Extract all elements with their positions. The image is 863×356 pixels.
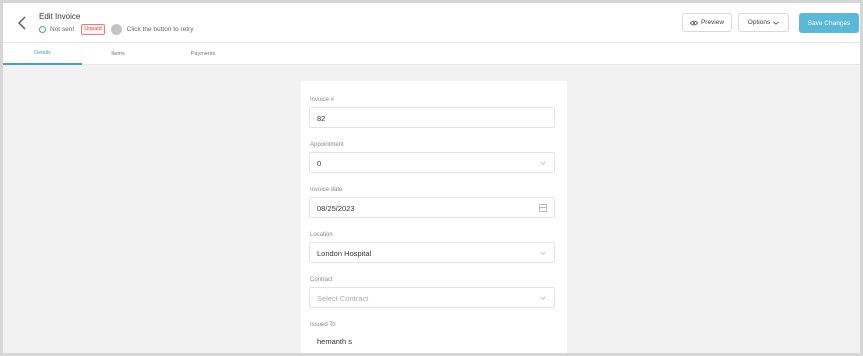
not-sent-status-text: Not sent <box>50 25 75 33</box>
invoice-number-label: Invoice # <box>310 97 335 103</box>
options-label: Options <box>747 19 771 26</box>
appointment-value: 0 <box>317 159 322 168</box>
calendar-icon[interactable] <box>539 204 547 212</box>
save-changes-button[interactable]: Save Changes <box>799 13 859 33</box>
chevron-down-icon <box>540 296 546 300</box>
location-label: Location <box>310 232 333 238</box>
unpaid-badge: Unpaid <box>81 23 105 35</box>
preview-button[interactable]: Preview <box>682 13 732 32</box>
issued-to-value: hemanth s <box>317 337 353 346</box>
app-frame: Edit Invoice Not sent Unpaid Click the b… <box>3 3 860 353</box>
retry-text: Click the button to retry <box>126 25 194 33</box>
back-chevron-icon[interactable] <box>15 15 29 31</box>
page-header: Edit Invoice Not sent Unpaid Click the b… <box>3 3 860 43</box>
contract-placeholder: Select Contract <box>317 294 369 303</box>
issued-to-label: Issued To <box>310 322 336 328</box>
invoice-date-input[interactable]: 08/25/2023 <box>309 197 555 218</box>
tab-details[interactable]: Details <box>3 43 82 65</box>
invoice-date-value: 08/25/2023 <box>317 204 355 213</box>
invoice-number-value: 82 <box>317 114 326 123</box>
tab-items[interactable]: Items <box>93 43 143 65</box>
invoice-details-form: Invoice # 82 Appointment 0 Invoice date … <box>301 81 567 353</box>
contract-select[interactable]: Select Contract <box>309 287 555 308</box>
chevron-down-icon <box>773 21 779 25</box>
invoice-number-input[interactable]: 82 <box>309 107 555 128</box>
not-sent-status-icon <box>39 25 46 33</box>
eye-icon <box>689 20 698 25</box>
page-title: Edit Invoice <box>39 12 81 21</box>
chevron-down-icon <box>540 251 546 255</box>
options-button[interactable]: Options <box>738 13 789 32</box>
tab-bar: Details Items Payments <box>3 43 860 65</box>
location-select[interactable]: London Hospital <box>309 242 555 263</box>
preview-label: Preview <box>700 19 725 26</box>
chevron-down-icon <box>540 161 546 165</box>
contract-label: Contract <box>310 277 333 283</box>
tab-payments[interactable]: Payments <box>177 43 229 65</box>
status-row: Not sent Unpaid Click the button to retr… <box>39 23 194 35</box>
appointment-label: Appointment <box>310 142 344 148</box>
retry-button[interactable] <box>110 23 122 35</box>
location-value: London Hospital <box>317 249 372 258</box>
invoice-date-label: Invoice date <box>310 187 343 193</box>
appointment-select[interactable]: 0 <box>309 152 555 173</box>
